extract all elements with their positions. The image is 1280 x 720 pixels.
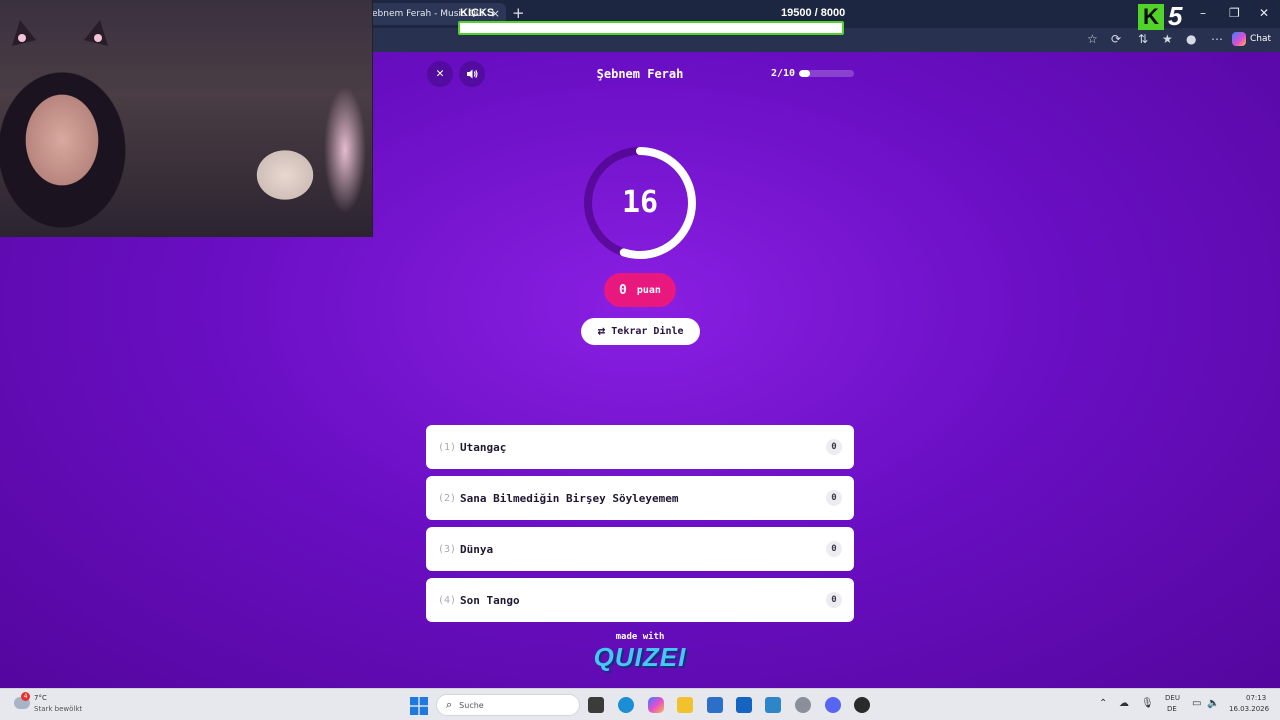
keyboard-language[interactable]: DEU [1165,694,1180,702]
score-badge: 0 puan [604,273,676,307]
kick-counter: 5 [1168,1,1183,31]
answer-option-3[interactable]: (3) Dünya 0 [426,527,854,571]
network-icon[interactable]: ☁ [1119,698,1129,709]
answer-text: Utangaç [460,440,507,454]
clock-time[interactable]: 07:13 [1246,694,1266,702]
answer-number: (4) [438,594,457,606]
settings-gear-icon[interactable] [795,697,811,713]
extensions-icon[interactable]: ⟳ [1111,32,1121,46]
kicks-progress-bar [458,21,844,35]
question-progress-bar [799,70,854,77]
sound-button[interactable] [459,61,485,87]
answer-vote-count: 0 [826,592,842,608]
score-unit: puan [636,284,661,296]
answer-text: Dünya [460,542,494,556]
weather-badge: 4 [21,692,30,701]
keyboard-layout[interactable]: DE [1167,705,1177,713]
repeat-icon: ⇄ [597,324,606,339]
store-icon[interactable] [707,697,723,713]
countdown-timer-value: 16 [621,185,659,220]
window-close-icon[interactable]: ✕ [1259,6,1269,20]
question-progress-label: 2/10 [771,68,796,79]
windows-taskbar: 4 7°C Stark bewölkt ⌕ Suche ⌃ ☁ 🎙 DEU DE… [0,688,1280,720]
close-button[interactable]: ✕ [427,61,453,87]
search-placeholder: Suche [459,700,484,710]
weather-description: Stark bewölkt [34,705,83,713]
answer-vote-count: 0 [826,490,842,506]
answer-text: Son Tango [460,593,520,607]
copilot-app-icon[interactable] [648,697,664,713]
answer-vote-count: 0 [826,541,842,557]
favorites-icon[interactable]: ★ [1162,32,1173,46]
search-icon: ⌕ [446,698,453,711]
close-icon: ✕ [436,66,444,81]
replay-label: Tekrar Dinle [611,326,684,337]
sync-icon[interactable]: ⇅ [1138,32,1148,46]
answer-option-4[interactable]: (4) Son Tango 0 [426,578,854,622]
made-with-label: made with [615,632,665,642]
answer-vote-count: 0 [826,439,842,455]
question-progress-fill [799,70,810,77]
kick-logo: K [1138,4,1164,30]
chat-label: Chat [1250,34,1272,44]
replay-button[interactable]: ⇄ Tekrar Dinle [581,318,700,345]
more-menu-icon[interactable]: ⋯ [1211,32,1223,46]
volume-icon[interactable]: 🔈 [1207,698,1219,709]
answer-text: Sana Bilmediğin Birşey Söyleyemem [460,491,679,505]
answer-option-1[interactable]: (1) Utangaç 0 [426,425,854,469]
score-value: 0 [619,282,627,298]
minimize-icon[interactable]: – [1200,6,1206,20]
restore-icon[interactable]: ❐ [1229,6,1240,20]
task-view-icon[interactable] [588,697,604,713]
streamer-webcam [0,0,373,237]
kicks-progress-fill [460,23,842,33]
clock-date[interactable]: 16.03.2026 [1229,705,1269,713]
discord-icon[interactable] [825,697,841,713]
weather-temperature: 7°C [34,694,47,702]
copilot-icon [1232,32,1246,46]
kicks-label: KICKS [460,7,495,19]
mail-icon[interactable] [736,697,752,713]
photos-icon[interactable] [765,697,781,713]
answer-option-2[interactable]: (2) Sana Bilmediğin Birşey Söyleyemem 0 [426,476,854,520]
taskbar-search-box[interactable]: ⌕ Suche [436,694,580,716]
quiz-title: Şebnem Ferah [596,67,684,81]
tray-overflow-icon[interactable]: ⌃ [1099,698,1107,709]
answer-number: (3) [438,543,457,555]
cat-ears-headband [12,20,108,46]
copilot-chat-button[interactable]: Chat [1232,32,1271,46]
file-explorer-icon[interactable] [677,697,693,713]
obs-icon[interactable] [854,697,870,713]
quizei-logo[interactable]: QUIZEI [580,642,700,673]
kicks-count: 19500 / 8000 [781,7,846,19]
speaker-icon [467,69,478,79]
profile-avatar-icon[interactable]: ● [1186,32,1196,46]
microphone-icon[interactable]: 🎙 [1141,698,1154,709]
answer-number: (1) [438,441,457,453]
new-tab-button[interactable]: + [512,4,525,22]
favorite-star-icon[interactable]: ☆ [1087,32,1098,46]
answer-number: (2) [438,492,457,504]
windows-logo-icon[interactable] [410,697,428,715]
edge-browser-icon[interactable] [618,697,634,713]
display-icon[interactable]: ▭ [1192,698,1201,709]
